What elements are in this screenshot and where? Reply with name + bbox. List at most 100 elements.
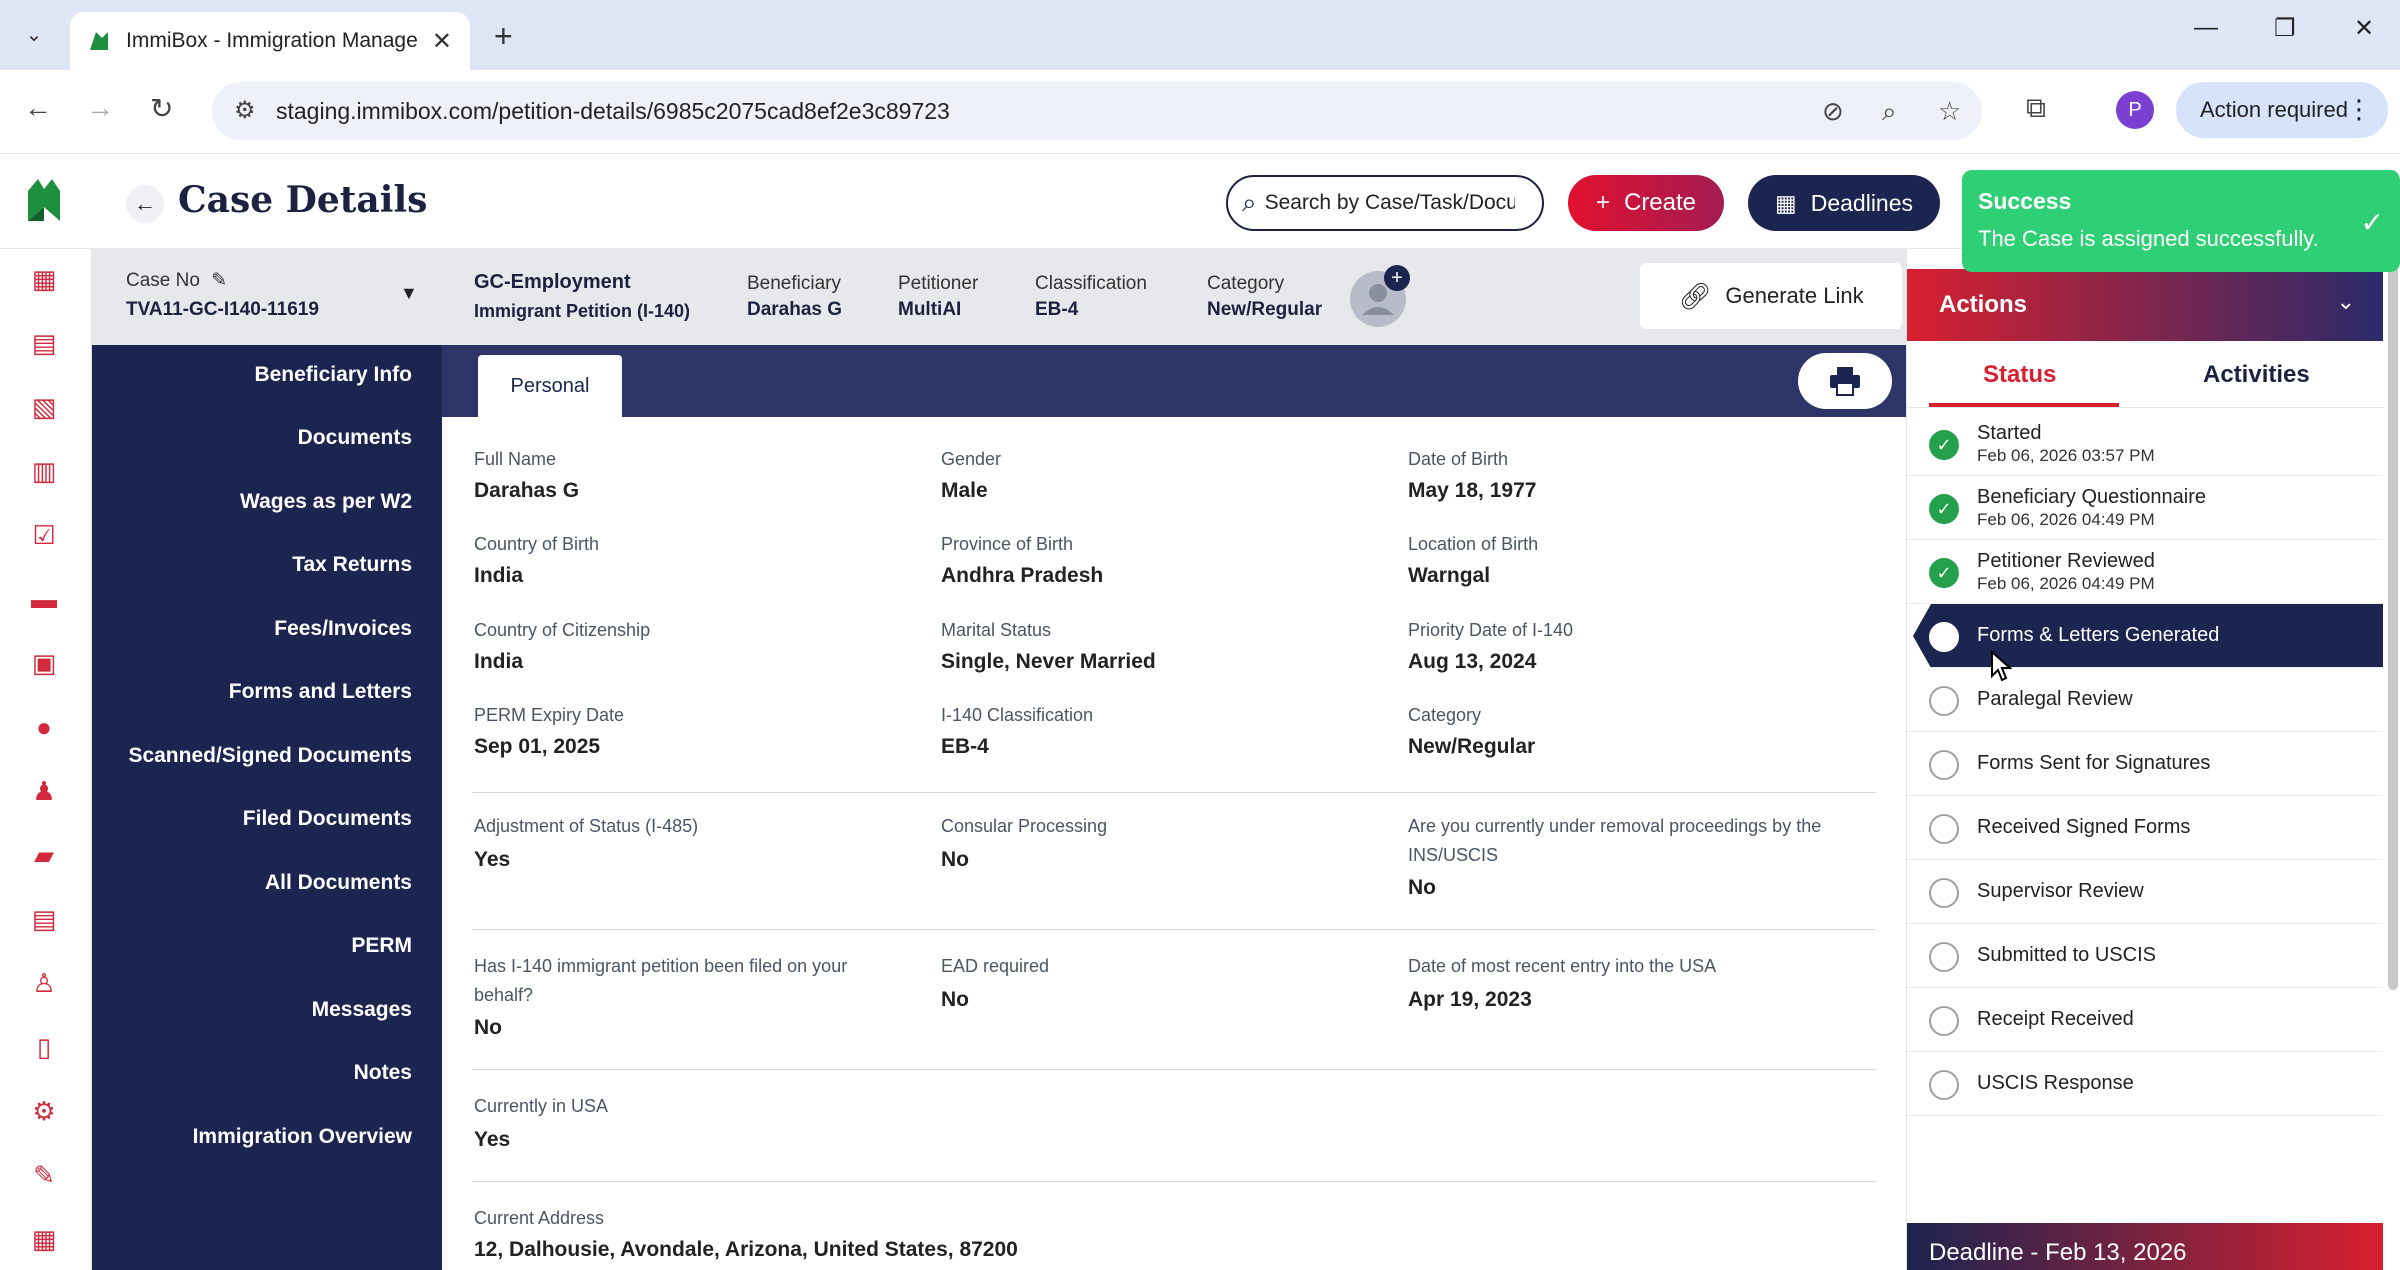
- settings-icon[interactable]: ⚙: [28, 1095, 60, 1127]
- panel-scrollbar[interactable]: [2388, 170, 2398, 990]
- profile-avatar[interactable]: P: [2116, 91, 2154, 129]
- tasks-icon[interactable]: ☑: [28, 519, 60, 551]
- site-settings-icon[interactable]: ⚙: [234, 96, 256, 125]
- documents-icon[interactable]: ▯: [28, 1031, 60, 1063]
- user-icon[interactable]: ●: [28, 711, 60, 743]
- tab-status[interactable]: Status: [1983, 361, 2056, 389]
- nav-forms-letters[interactable]: Forms and Letters: [229, 680, 412, 704]
- deadlines-button[interactable]: ▦ Deadlines: [1748, 175, 1940, 231]
- minimize-icon[interactable]: —: [2194, 14, 2218, 42]
- camera-blocked-icon[interactable]: ⊘: [1822, 96, 1844, 127]
- immibox-logo-icon[interactable]: [26, 177, 62, 223]
- nav-perm[interactable]: PERM: [351, 934, 412, 958]
- forward-arrow-icon[interactable]: →: [86, 92, 114, 124]
- nav-immigration-overview[interactable]: Immigration Overview: [193, 1125, 412, 1149]
- reload-icon[interactable]: ↻: [150, 92, 173, 125]
- address-bar[interactable]: ⚙ staging.immibox.com/petition-details/6…: [212, 82, 1982, 140]
- status-item-receipt-received[interactable]: Receipt Received: [1907, 988, 2383, 1052]
- deadline-bar: Deadline - Feb 13, 2026: [1907, 1223, 2383, 1270]
- nav-wages-w2[interactable]: Wages as per W2: [240, 490, 412, 514]
- nav-scanned-signed[interactable]: Scanned/Signed Documents: [128, 744, 412, 768]
- calendar-settings-icon[interactable]: ▦: [28, 1223, 60, 1255]
- bookmark-star-icon[interactable]: ☆: [1938, 96, 1961, 127]
- print-button[interactable]: [1798, 353, 1892, 409]
- priority-date-label: Priority Date of I-140: [1408, 620, 1574, 640]
- cases-icon[interactable]: ▤: [28, 327, 60, 359]
- more-vert-icon[interactable]: ⋮: [2346, 94, 2372, 125]
- reports-icon[interactable]: ▤: [28, 903, 60, 935]
- plus-icon: +: [1595, 189, 1610, 216]
- action-required-button[interactable]: Action required ⋮: [2176, 82, 2388, 138]
- status-item-supervisor-review[interactable]: Supervisor Review: [1907, 860, 2383, 924]
- status-label: Petitioner Reviewed: [1977, 550, 2155, 572]
- nav-notes[interactable]: Notes: [354, 1061, 412, 1085]
- actions-header[interactable]: Actions ⌄: [1907, 269, 2383, 341]
- browser-tab[interactable]: ImmiBox - Immigration Manage ✕: [70, 12, 470, 70]
- perm-expiry-value: Sep 01, 2025: [474, 735, 601, 758]
- forms-icon[interactable]: ▥: [28, 455, 60, 487]
- team-icon[interactable]: ♙: [28, 967, 60, 999]
- edit-icon[interactable]: ✎: [28, 1159, 60, 1191]
- radio-circle-icon: [1929, 942, 1959, 972]
- search-input[interactable]: [1264, 191, 1515, 215]
- status-item-petitioner-reviewed[interactable]: ✓ Petitioner Reviewed Feb 06, 2026 04:49…: [1907, 540, 2383, 604]
- check-circle-icon: ✓: [1929, 430, 1959, 460]
- status-item-forms-letters-generated[interactable]: Forms & Letters Generated: [1913, 604, 2383, 668]
- messages-icon[interactable]: ▬: [28, 583, 60, 615]
- zoom-icon[interactable]: ⌕: [1882, 96, 1897, 128]
- status-item-uscis-response[interactable]: USCIS Response: [1907, 1052, 2383, 1116]
- back-button[interactable]: ←: [126, 185, 164, 223]
- tab-activities[interactable]: Activities: [2203, 361, 2310, 389]
- status-item-forms-sent-signatures[interactable]: Forms Sent for Signatures: [1907, 732, 2383, 796]
- nav-messages[interactable]: Messages: [312, 998, 412, 1022]
- status-item-received-signed-forms[interactable]: Received Signed Forms: [1907, 796, 2383, 860]
- new-tab-icon[interactable]: +: [494, 18, 513, 55]
- tab-close-icon[interactable]: ✕: [432, 27, 452, 56]
- status-item-submitted-uscis[interactable]: Submitted to USCIS: [1907, 924, 2383, 988]
- create-button[interactable]: + Create: [1568, 175, 1724, 231]
- petitioner-value: MultiAI: [898, 299, 962, 320]
- radio-circle-icon: [1929, 622, 1959, 652]
- add-assignee-icon[interactable]: +: [1384, 265, 1410, 291]
- adjustment-status-label: Adjustment of Status (I-485): [474, 816, 699, 836]
- search-icon: ⌕: [1242, 187, 1257, 217]
- content-tab-strip: Personal: [442, 345, 1906, 417]
- current-address-value: 12, Dalhousie, Avondale, Arizona, United…: [474, 1238, 1018, 1261]
- contacts-icon[interactable]: ♟: [28, 775, 60, 807]
- status-label: Forms Sent for Signatures: [1977, 752, 2211, 774]
- generate-link-button[interactable]: 🔗︎ Generate Link: [1640, 263, 1902, 329]
- chevron-down-icon[interactable]: ⌄: [2337, 289, 2355, 315]
- page-title: Case Details: [178, 179, 428, 221]
- status-item-started[interactable]: ✓ Started Feb 06, 2026 03:57 PM: [1907, 412, 2383, 476]
- dashboard-icon[interactable]: ▦: [28, 263, 60, 295]
- pencil-icon[interactable]: ✎: [211, 270, 227, 291]
- success-toast[interactable]: Success The Case is assigned successfull…: [1962, 170, 2400, 272]
- nav-fees-invoices[interactable]: Fees/Invoices: [274, 617, 412, 641]
- petitioner-label: Petitioner: [898, 273, 979, 294]
- folder-icon[interactable]: ▰: [28, 839, 60, 871]
- status-item-beneficiary-questionnaire[interactable]: ✓ Beneficiary Questionnaire Feb 06, 2026…: [1907, 476, 2383, 540]
- extensions-icon[interactable]: ⧉: [2026, 92, 2046, 125]
- petitions-icon[interactable]: ▧: [28, 391, 60, 423]
- clipboard-icon[interactable]: ▣: [28, 647, 60, 679]
- restore-icon[interactable]: ❐: [2274, 14, 2296, 43]
- nav-all-documents[interactable]: All Documents: [265, 871, 412, 895]
- removal-proceedings-value: No: [1408, 876, 1436, 899]
- case-dropdown-caret-icon[interactable]: ▼: [400, 283, 418, 304]
- nav-filed-documents[interactable]: Filed Documents: [243, 807, 412, 831]
- back-arrow-icon[interactable]: ←: [24, 92, 52, 124]
- tab-personal[interactable]: Personal: [478, 355, 622, 417]
- status-label: Received Signed Forms: [1977, 816, 2191, 838]
- assign-user-avatar[interactable]: +: [1350, 265, 1410, 327]
- category-field-value: New/Regular: [1408, 735, 1536, 758]
- status-item-paralegal-review[interactable]: Paralegal Review: [1907, 668, 2383, 732]
- nav-beneficiary-info[interactable]: Beneficiary Info: [254, 363, 412, 387]
- window-close-icon[interactable]: ✕: [2354, 14, 2374, 43]
- status-label: Receipt Received: [1977, 1008, 2134, 1030]
- global-search[interactable]: ⌕: [1226, 175, 1544, 231]
- classification-label: Classification: [1035, 273, 1147, 294]
- tab-search-chevron-icon[interactable]: ⌄: [14, 14, 54, 54]
- nav-documents[interactable]: Documents: [298, 426, 412, 450]
- nav-tax-returns[interactable]: Tax Returns: [292, 553, 412, 577]
- full-name-value: Darahas G: [474, 479, 580, 502]
